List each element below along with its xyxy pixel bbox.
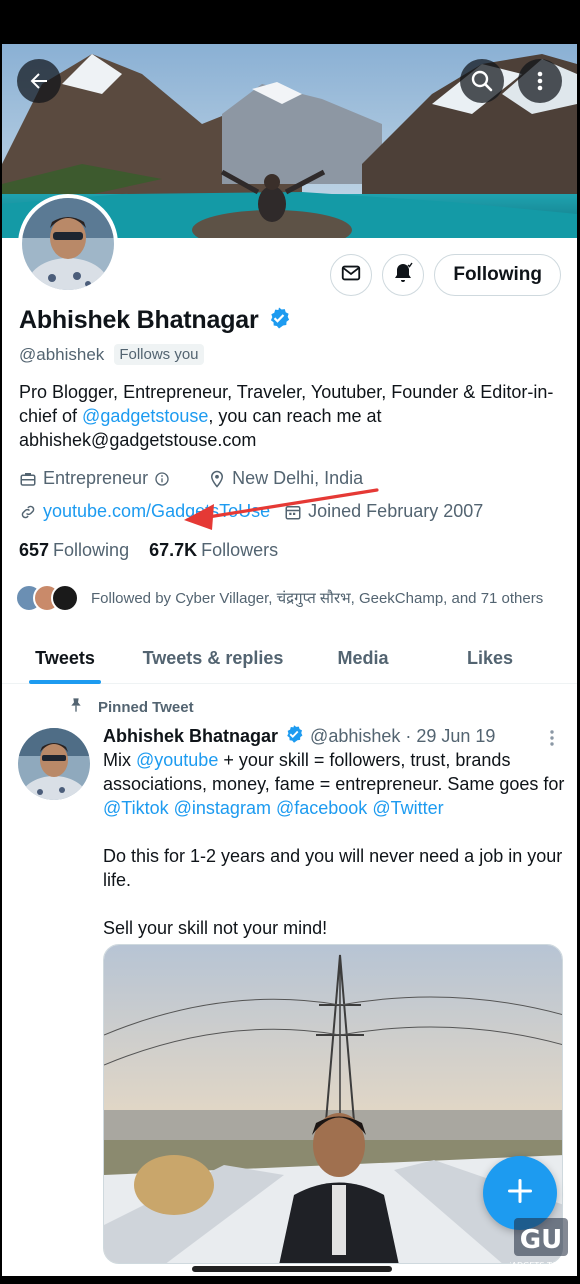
profile-category: Entrepreneur [19,468,170,489]
following-button[interactable]: Following [434,254,561,296]
tweet-author-avatar[interactable] [18,728,90,800]
svg-text:GADGETS TO USE: GADGETS TO USE [510,1261,572,1270]
tab-tweets-replies[interactable]: Tweets & replies [128,632,298,684]
tweet-author-name[interactable]: Abhishek Bhatnagar [103,726,278,747]
profile-handle: @abhishek [19,344,105,364]
tab-likes[interactable]: Likes [428,632,552,684]
profile-bio: Pro Blogger, Entrepreneur, Traveler, You… [19,380,559,452]
verified-badge-icon [284,724,304,749]
follows-you-badge: Follows you [114,344,204,365]
pin-icon [68,696,84,718]
arrow-left-icon [27,69,51,93]
tweet-paragraph: Mix @youtube + your skill = followers, t… [103,748,565,820]
followed-by-avatars [15,584,79,612]
followed-by-row[interactable]: Followed by Cyber Villager, चंद्रगुप्त स… [15,584,543,612]
tweet-paragraph: Do this for 1-2 years and you will never… [103,846,563,890]
message-button[interactable] [330,254,373,296]
pinned-tweet-label: Pinned Tweet [68,696,194,718]
follower-avatar [51,584,79,612]
profile-avatar[interactable] [18,194,118,294]
following-count: 657 [19,540,50,560]
home-indicator[interactable] [192,1266,392,1272]
plus-icon [506,1177,534,1210]
mention-link[interactable]: @facebook [276,798,367,818]
profile-name: Abhishek Bhatnagar [19,306,259,334]
profile-handle-row: @abhishek Follows you [19,344,204,365]
following-count-link[interactable]: 657 Following [19,540,129,561]
tab-tweets[interactable]: Tweets [2,632,128,684]
search-button[interactable] [460,59,504,103]
more-vertical-icon [528,69,552,93]
back-button[interactable] [17,59,61,103]
envelope-icon [340,262,362,289]
svg-text:GU: GU [520,1225,562,1255]
notifications-button[interactable] [382,254,425,296]
bio-mention-link[interactable]: @gadgetstouse [82,406,208,426]
tweet-handle-date: @abhishek · 29 Jun 19 [310,726,496,746]
followed-by-text: Followed by Cyber Villager, चंद्रगुप्त स… [91,590,544,607]
mention-link[interactable]: @Twitter [372,798,443,818]
tab-media[interactable]: Media [298,632,428,684]
mention-link[interactable]: @Tiktok [103,798,169,818]
briefcase-icon [19,470,37,488]
annotation-arrow-icon [184,488,379,530]
mention-link[interactable]: @instagram [174,798,271,818]
watermark-logo: GU GADGETS TO USE [505,1216,577,1272]
profile-actions: Following [330,254,561,296]
tweet-header: Abhishek Bhatnagar @abhishek · 29 Jun 19 [103,724,495,749]
link-icon [19,503,37,521]
tweet-text: Mix @youtube + your skill = followers, t… [103,748,565,964]
verified-badge-icon[interactable] [267,306,291,335]
profile-name-row: Abhishek Bhatnagar [19,306,291,335]
profile-category-label: Entrepreneur [43,468,149,488]
tweet-paragraph: Sell your skill not your mind! [103,918,328,938]
profile-tabs: Tweets Tweets & replies Media Likes [2,632,577,684]
profile-screen: Following Abhishek Bhatnagar @abhishek F… [2,44,577,1276]
following-count-label: Following [53,540,130,560]
tweet-text-span: Mix [103,750,136,770]
pinned-tweet-text: Pinned Tweet [98,698,194,716]
more-options-button[interactable] [518,59,562,103]
mention-link[interactable]: @youtube [136,750,218,770]
search-icon [470,69,494,93]
bell-icon [391,261,415,290]
